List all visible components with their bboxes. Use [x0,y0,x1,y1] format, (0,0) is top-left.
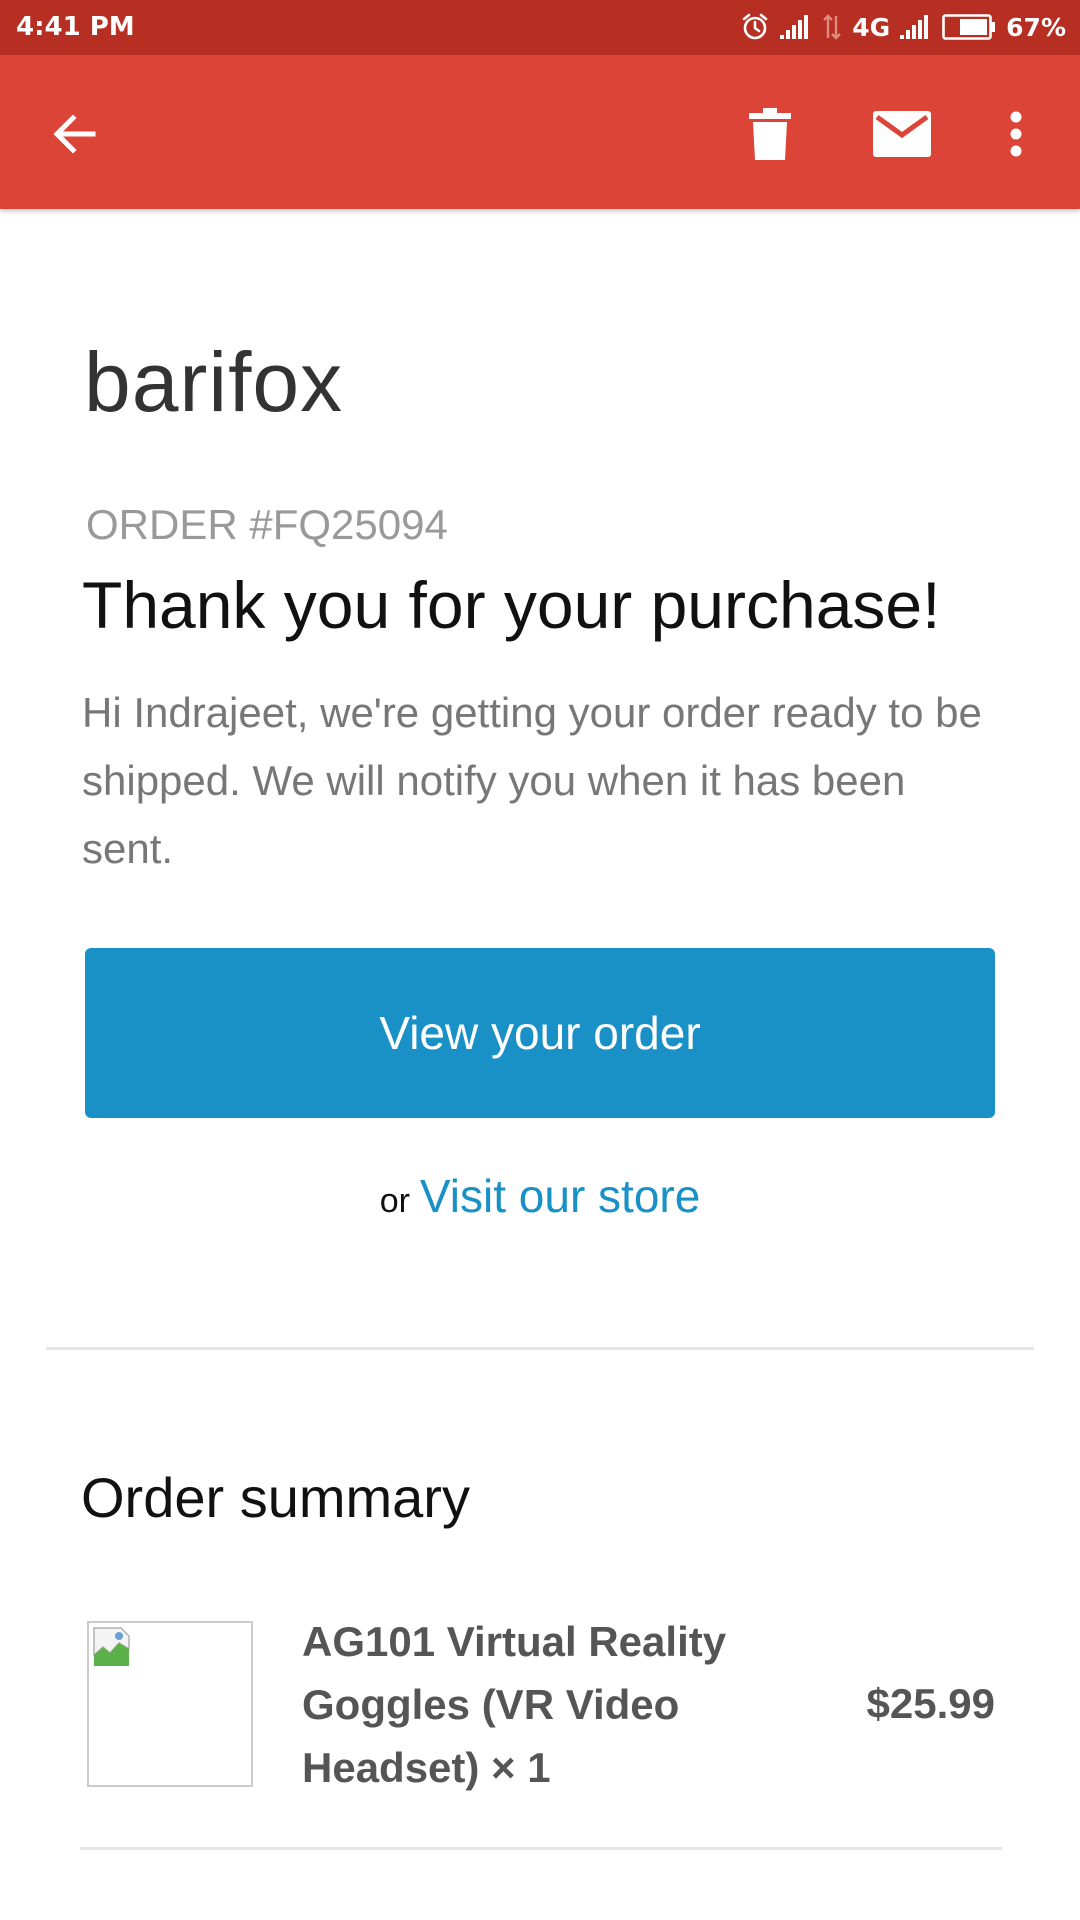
intro-text: Hi Indrajeet, we're getting your order r… [82,689,982,872]
broken-image-icon [93,1627,130,1666]
divider [80,1847,1002,1850]
email-body: barifox ORDER #FQ25094 Thank you for you… [0,209,1080,1920]
order-number: ORDER #FQ25094 [86,501,448,548]
network-type: 4G [852,12,891,42]
back-arrow-icon [53,114,96,154]
battery-percent: 67% [1006,12,1066,42]
visit-store-link[interactable]: Visit our store [420,1170,700,1222]
product-name: AG101 Virtual Reality Goggles (VR Video … [302,1618,727,1791]
mail-icon [873,111,931,157]
status-time: 4:41 PM [16,12,135,42]
store-line: or Visit our store [0,1169,1080,1223]
product-price: $25.99 [866,1680,995,1727]
data-transfer-icon [823,14,842,40]
battery-icon [942,14,996,40]
more-vert-icon [1010,111,1022,157]
divider [46,1347,1034,1350]
view-order-button[interactable]: View your order [85,948,995,1118]
app-bar [0,55,1080,209]
shop-name: barifox [84,335,344,429]
alarm-icon [742,13,768,40]
signal-icon [780,15,809,39]
product-image [87,1621,253,1787]
status-bar: 4:41 PM 4G 67% [0,0,1080,55]
mark-unread-button[interactable] [862,94,942,174]
more-options-button[interactable] [986,94,1046,174]
trash-icon [749,108,791,160]
signal-icon [900,15,929,39]
headline: Thank you for your purchase! [82,568,941,642]
order-summary-title: Order summary [81,1466,470,1529]
delete-button[interactable] [730,94,810,174]
status-icons: 4G 67% [740,10,1066,44]
back-button[interactable] [34,94,114,174]
or-text: or [379,1182,410,1220]
